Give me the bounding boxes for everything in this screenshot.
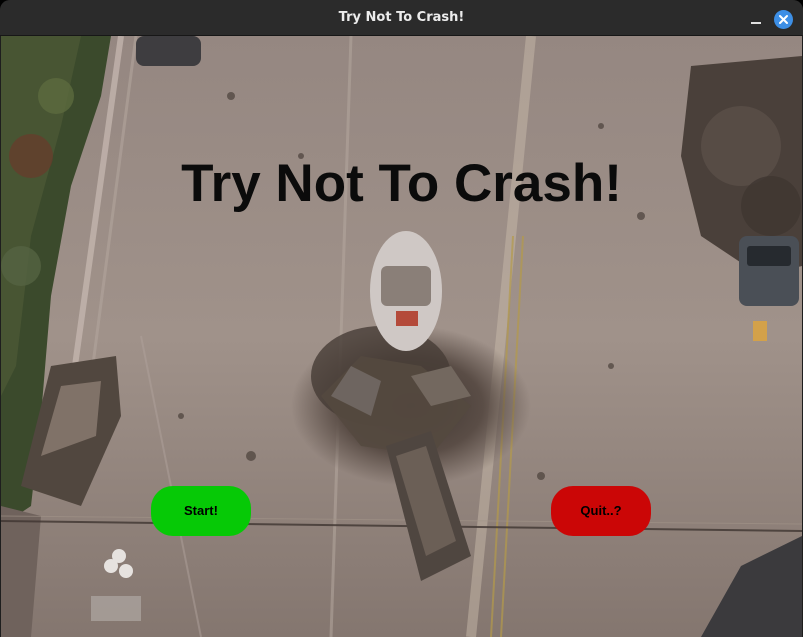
game-scene: Try Not To Crash! Start! Quit..?: [1, 36, 802, 637]
start-button[interactable]: Start!: [151, 486, 251, 536]
game-window: Try Not To Crash! Try Not To Crash! Star…: [0, 0, 803, 637]
close-button[interactable]: [774, 10, 793, 29]
minimize-button[interactable]: [746, 8, 766, 28]
minimize-icon: [751, 22, 761, 24]
quit-button[interactable]: Quit..?: [551, 486, 651, 536]
game-title: Try Not To Crash!: [181, 154, 622, 213]
title-bar[interactable]: Try Not To Crash!: [0, 0, 803, 36]
window-title: Try Not To Crash!: [338, 10, 465, 25]
crash-site-background: [1, 36, 802, 637]
close-icon: [779, 15, 788, 24]
